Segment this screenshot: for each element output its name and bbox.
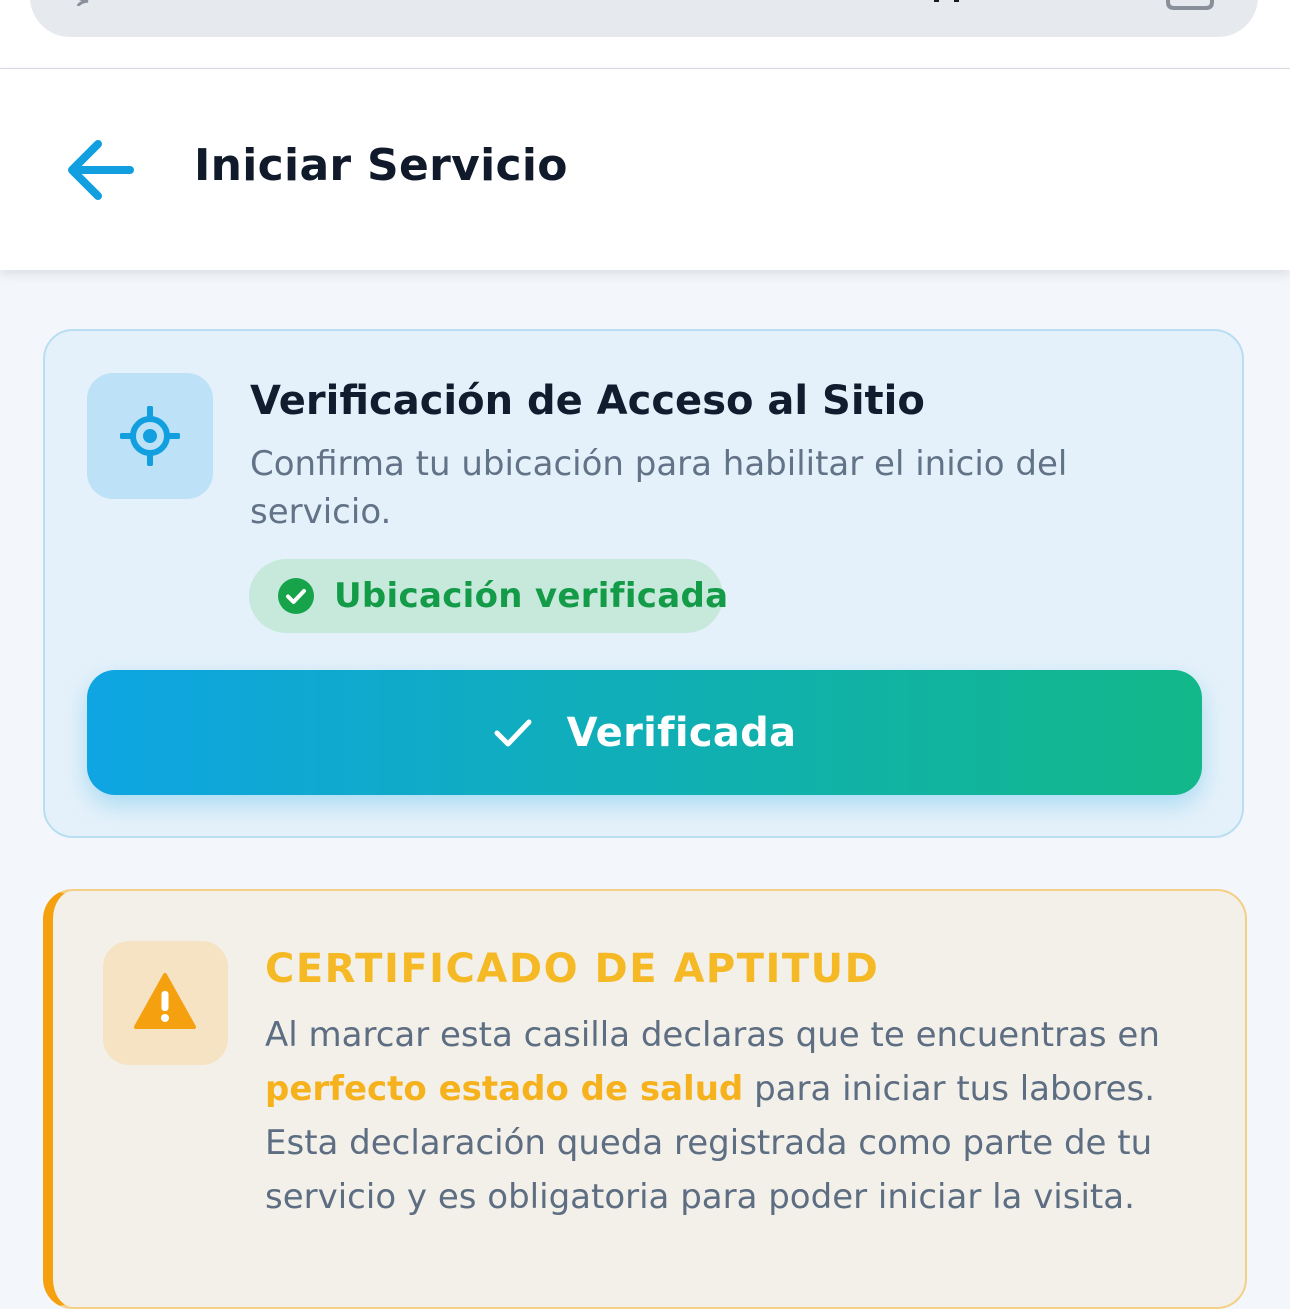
arrow-left-icon — [68, 140, 134, 200]
check-icon — [494, 719, 532, 746]
location-icon-box — [87, 373, 213, 499]
warning-icon-box — [103, 941, 228, 1065]
warning-icon — [134, 973, 196, 1029]
certificate-title: CERTIFICADO DE APTITUD — [265, 946, 880, 992]
check-circle-icon — [278, 578, 314, 614]
certificate-body-text-1: Al marcar esta casilla declaras que te e… — [265, 1015, 1160, 1055]
verification-description: Confirma tu ubicación para habilitar el … — [250, 444, 1068, 532]
url-text-fragment — [934, 0, 959, 2]
verified-button-label: Verificada — [566, 709, 797, 756]
address-bar[interactable] — [30, 0, 1258, 37]
verified-button[interactable]: Verificada — [87, 670, 1202, 795]
crosshair-icon — [120, 406, 180, 466]
page-title: Iniciar Servicio — [194, 140, 568, 191]
certificate-body: Al marcar esta casilla declaras que te e… — [265, 1008, 1185, 1224]
tabs-icon[interactable] — [1166, 0, 1214, 12]
sparkle-icon[interactable] — [66, 0, 90, 6]
back-button[interactable] — [64, 134, 136, 206]
certificate-highlight: perfecto estado de salud — [265, 1069, 744, 1109]
location-status-badge: Ubicación verificada — [249, 559, 728, 633]
browser-toolbar — [0, 0, 1290, 69]
location-status-text: Ubicación verificada — [334, 576, 729, 616]
verification-title: Verificación de Acceso al Sitio — [250, 378, 925, 424]
